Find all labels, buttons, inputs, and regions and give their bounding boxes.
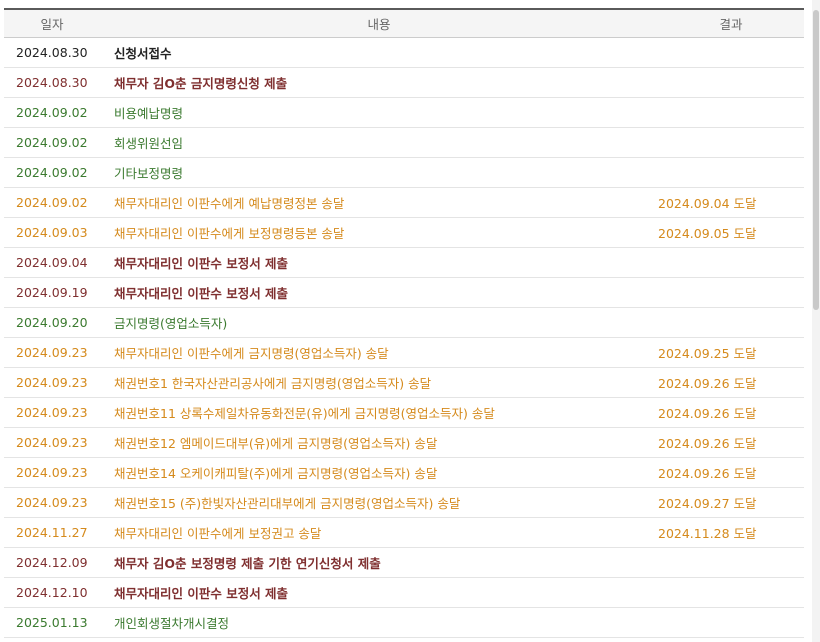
row-date: 2024.08.30 [4, 67, 100, 98]
row-result: 2024.09.26 도달 [658, 397, 804, 428]
row-date: 2024.09.20 [4, 307, 100, 338]
row-content: 채무자대리인 이판수 보정서 제출 [100, 247, 658, 278]
table-row: 2024.09.03 채무자대리인 이판수에게 보정명령등본 송달 2024.09.… [4, 217, 804, 248]
row-content: 채권번호1 한국자산관리공사에게 금지명령(영업소득자) 송달 [100, 367, 658, 398]
table-row: 2024.09.02 기타보정명령 [4, 157, 804, 188]
row-result [658, 277, 804, 308]
row-date: 2025.01.13 [4, 607, 100, 638]
row-content: 채무자대리인 이판수 보정서 제출 [100, 577, 658, 608]
row-date: 2024.09.23 [4, 457, 100, 488]
row-date: 2024.09.23 [4, 337, 100, 368]
row-date: 2024.12.09 [4, 547, 100, 578]
history-table-container: 일자 내용 결과 2024.08.30 신청서접수 2024.08.30 채무자 김O… [4, 8, 804, 638]
table-row: 2024.09.04 채무자대리인 이판수 보정서 제출 [4, 247, 804, 278]
table-body: 2024.08.30 신청서접수 2024.08.30 채무자 김O춘 금지명령신청 … [4, 37, 804, 638]
row-result: 2024.09.26 도달 [658, 367, 804, 398]
row-result: 2024.09.04 도달 [658, 187, 804, 218]
table-row: 2024.09.02 비용예납명령 [4, 97, 804, 128]
row-content: 비용예납명령 [100, 97, 658, 128]
table-row: 2024.12.10 채무자대리인 이판수 보정서 제출 [4, 577, 804, 608]
row-result [658, 547, 804, 578]
table-row: 2024.08.30 신청서접수 [4, 37, 804, 68]
row-content: 채무자대리인 이판수에게 보정명령등본 송달 [100, 217, 658, 248]
header-date: 일자 [4, 8, 100, 38]
table-row: 2024.09.23 채권번호1 한국자산관리공사에게 금지명령(영업소득자) 송… [4, 367, 804, 398]
table-row: 2024.09.23 채권번호12 엠메이드대부(유)에게 금지명령(영업소득자)… [4, 427, 804, 458]
table-row: 2024.09.02 채무자대리인 이판수에게 예납명령정본 송달 2024.09.… [4, 187, 804, 218]
table-row: 2024.11.27 채무자대리인 이판수에게 보정권고 송달 2024.11.28… [4, 517, 804, 548]
row-content: 채권번호14 오케이캐피탈(주)에게 금지명령(영업소득자) 송달 [100, 457, 658, 488]
row-content: 채무자대리인 이판수에게 금지명령(영업소득자) 송달 [100, 337, 658, 368]
table-row: 2024.09.23 채권번호15 (주)한빛자산관리대부에게 금지명령(영업소득… [4, 487, 804, 518]
row-date: 2024.11.27 [4, 517, 100, 548]
header-row: 일자 내용 결과 [4, 8, 804, 38]
row-result [658, 127, 804, 158]
row-date: 2024.09.23 [4, 427, 100, 458]
row-date: 2024.09.03 [4, 217, 100, 248]
row-date: 2024.09.23 [4, 367, 100, 398]
row-content: 채무자대리인 이판수 보정서 제출 [100, 277, 658, 308]
row-date: 2024.08.30 [4, 37, 100, 68]
row-date: 2024.09.23 [4, 397, 100, 428]
row-result [658, 607, 804, 638]
row-date: 2024.09.04 [4, 247, 100, 278]
row-date: 2024.12.10 [4, 577, 100, 608]
table-row: 2025.01.13 개인회생절차개시결정 [4, 607, 804, 638]
row-content: 채무자대리인 이판수에게 보정권고 송달 [100, 517, 658, 548]
table-row: 2024.08.30 채무자 김O춘 금지명령신청 제출 [4, 67, 804, 98]
scrollbar-thumb[interactable] [813, 10, 819, 310]
row-content: 기타보정명령 [100, 157, 658, 188]
row-content: 개인회생절차개시결정 [100, 607, 658, 638]
row-result: 2024.09.27 도달 [658, 487, 804, 518]
row-date: 2024.09.02 [4, 97, 100, 128]
row-date: 2024.09.02 [4, 187, 100, 218]
row-result [658, 157, 804, 188]
row-content: 채권번호11 상록수제일차유동화전문(유)에게 금지명령(영업소득자) 송달 [100, 397, 658, 428]
row-result: 2024.09.26 도달 [658, 427, 804, 458]
row-result [658, 67, 804, 98]
table-row: 2024.09.23 채권번호11 상록수제일차유동화전문(유)에게 금지명령(영… [4, 397, 804, 428]
row-date: 2024.09.02 [4, 157, 100, 188]
table-row: 2024.09.23 채무자대리인 이판수에게 금지명령(영업소득자) 송달 202… [4, 337, 804, 368]
row-content: 금지명령(영업소득자) [100, 307, 658, 338]
row-result: 2024.11.28 도달 [658, 517, 804, 548]
row-result: 2024.09.26 도달 [658, 457, 804, 488]
header-content: 내용 [100, 8, 658, 38]
scrollbar-track[interactable] [812, 0, 820, 642]
row-result: 2024.09.25 도달 [658, 337, 804, 368]
row-result [658, 247, 804, 278]
case-history-table: 일자 내용 결과 2024.08.30 신청서접수 2024.08.30 채무자 김O… [4, 8, 804, 638]
row-content: 채무자 김O춘 보정명령 제출 기한 연기신청서 제출 [100, 547, 658, 578]
row-content: 채권번호12 엠메이드대부(유)에게 금지명령(영업소득자) 송달 [100, 427, 658, 458]
row-content: 채권번호15 (주)한빛자산관리대부에게 금지명령(영업소득자) 송달 [100, 487, 658, 518]
row-result [658, 97, 804, 128]
table-row: 2024.09.23 채권번호14 오케이캐피탈(주)에게 금지명령(영업소득자)… [4, 457, 804, 488]
table-row: 2024.12.09 채무자 김O춘 보정명령 제출 기한 연기신청서 제출 [4, 547, 804, 578]
table-header: 일자 내용 결과 [4, 8, 804, 38]
row-date: 2024.09.02 [4, 127, 100, 158]
row-result [658, 37, 804, 68]
table-row: 2024.09.20 금지명령(영업소득자) [4, 307, 804, 338]
row-content: 회생위원선임 [100, 127, 658, 158]
table-row: 2024.09.02 회생위원선임 [4, 127, 804, 158]
table-row: 2024.09.19 채무자대리인 이판수 보정서 제출 [4, 277, 804, 308]
row-result: 2024.09.05 도달 [658, 217, 804, 248]
header-result: 결과 [658, 8, 804, 38]
row-result [658, 307, 804, 338]
row-content: 신청서접수 [100, 37, 658, 68]
row-result [658, 577, 804, 608]
row-content: 채무자대리인 이판수에게 예납명령정본 송달 [100, 187, 658, 218]
row-date: 2024.09.19 [4, 277, 100, 308]
row-date: 2024.09.23 [4, 487, 100, 518]
row-content: 채무자 김O춘 금지명령신청 제출 [100, 67, 658, 98]
